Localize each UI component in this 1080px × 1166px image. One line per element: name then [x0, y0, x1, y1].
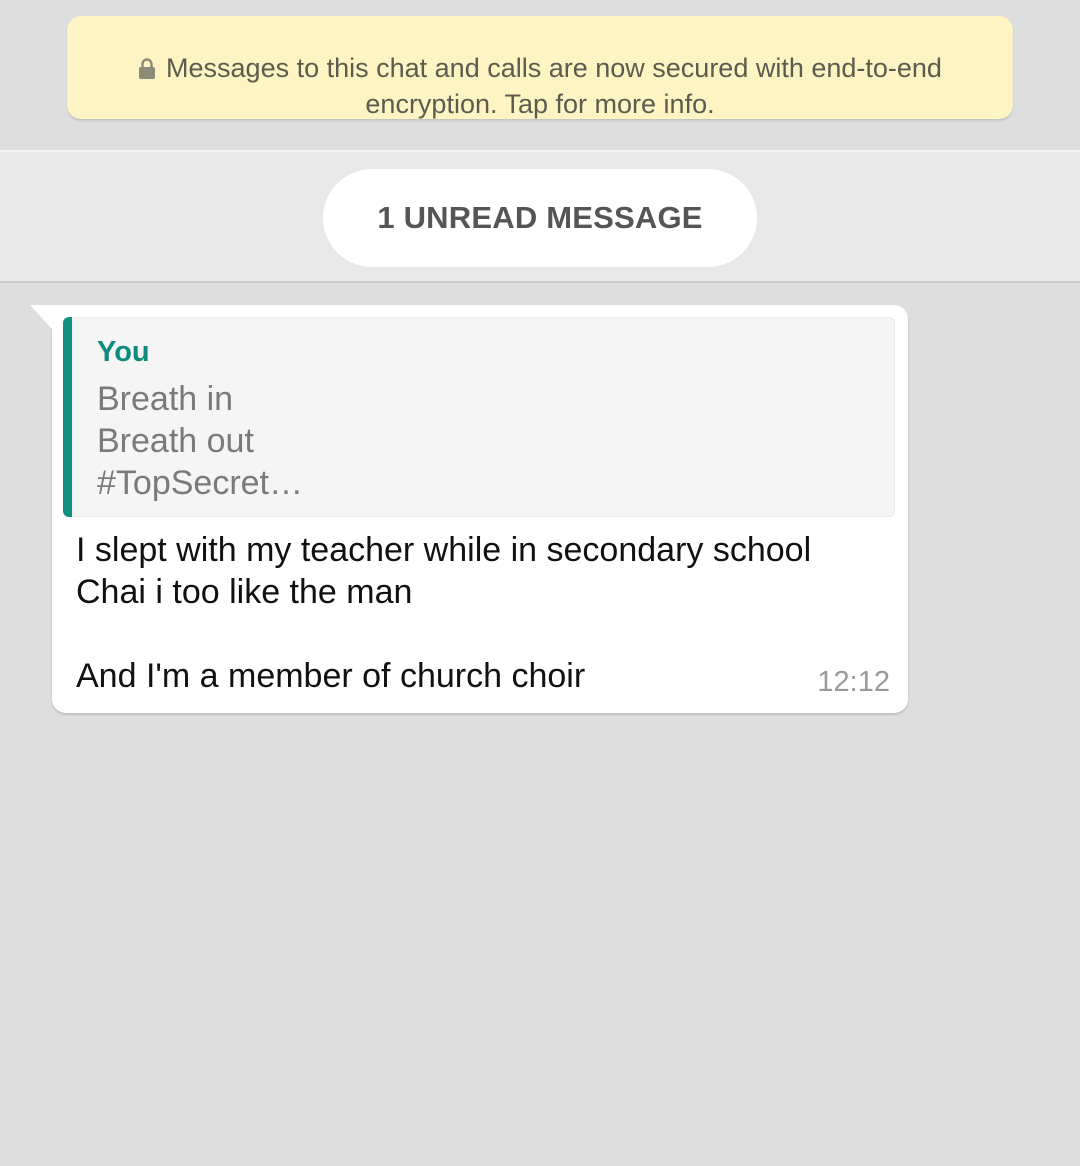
message-timestamp: 12:12	[817, 666, 890, 698]
unread-message-badge: 1 UNREAD MESSAGE	[323, 169, 757, 267]
incoming-message-bubble[interactable]: You Breath in Breath out #TopSecret… I s…	[30, 305, 908, 713]
encryption-notice[interactable]: Messages to this chat and calls are now …	[67, 16, 1013, 119]
encryption-notice-line-2: encryption. Tap for more info.	[365, 89, 715, 119]
lock-icon	[138, 53, 156, 87]
message-line: I slept with my teacher while in seconda…	[76, 531, 812, 569]
message-text: I slept with my teacher while in seconda…	[76, 529, 811, 697]
quote-line: Breath out	[97, 422, 254, 460]
quote-text: Breath in Breath out #TopSecret…	[97, 378, 303, 504]
unread-divider: 1 UNREAD MESSAGE	[0, 150, 1080, 283]
quote-line: #TopSecret…	[97, 464, 303, 502]
bubble-tail	[30, 305, 52, 329]
quote-author: You	[97, 336, 150, 368]
message-line: And I'm a member of church choir	[76, 657, 586, 695]
encryption-notice-text-1: Messages to this chat and calls are now …	[166, 53, 942, 83]
quote-line: Breath in	[97, 380, 234, 418]
quoted-message[interactable]: You Breath in Breath out #TopSecret…	[63, 317, 895, 517]
encryption-notice-line-1: Messages to this chat and calls are now …	[67, 51, 1013, 87]
message-line: Chai i too like the man	[76, 573, 413, 611]
